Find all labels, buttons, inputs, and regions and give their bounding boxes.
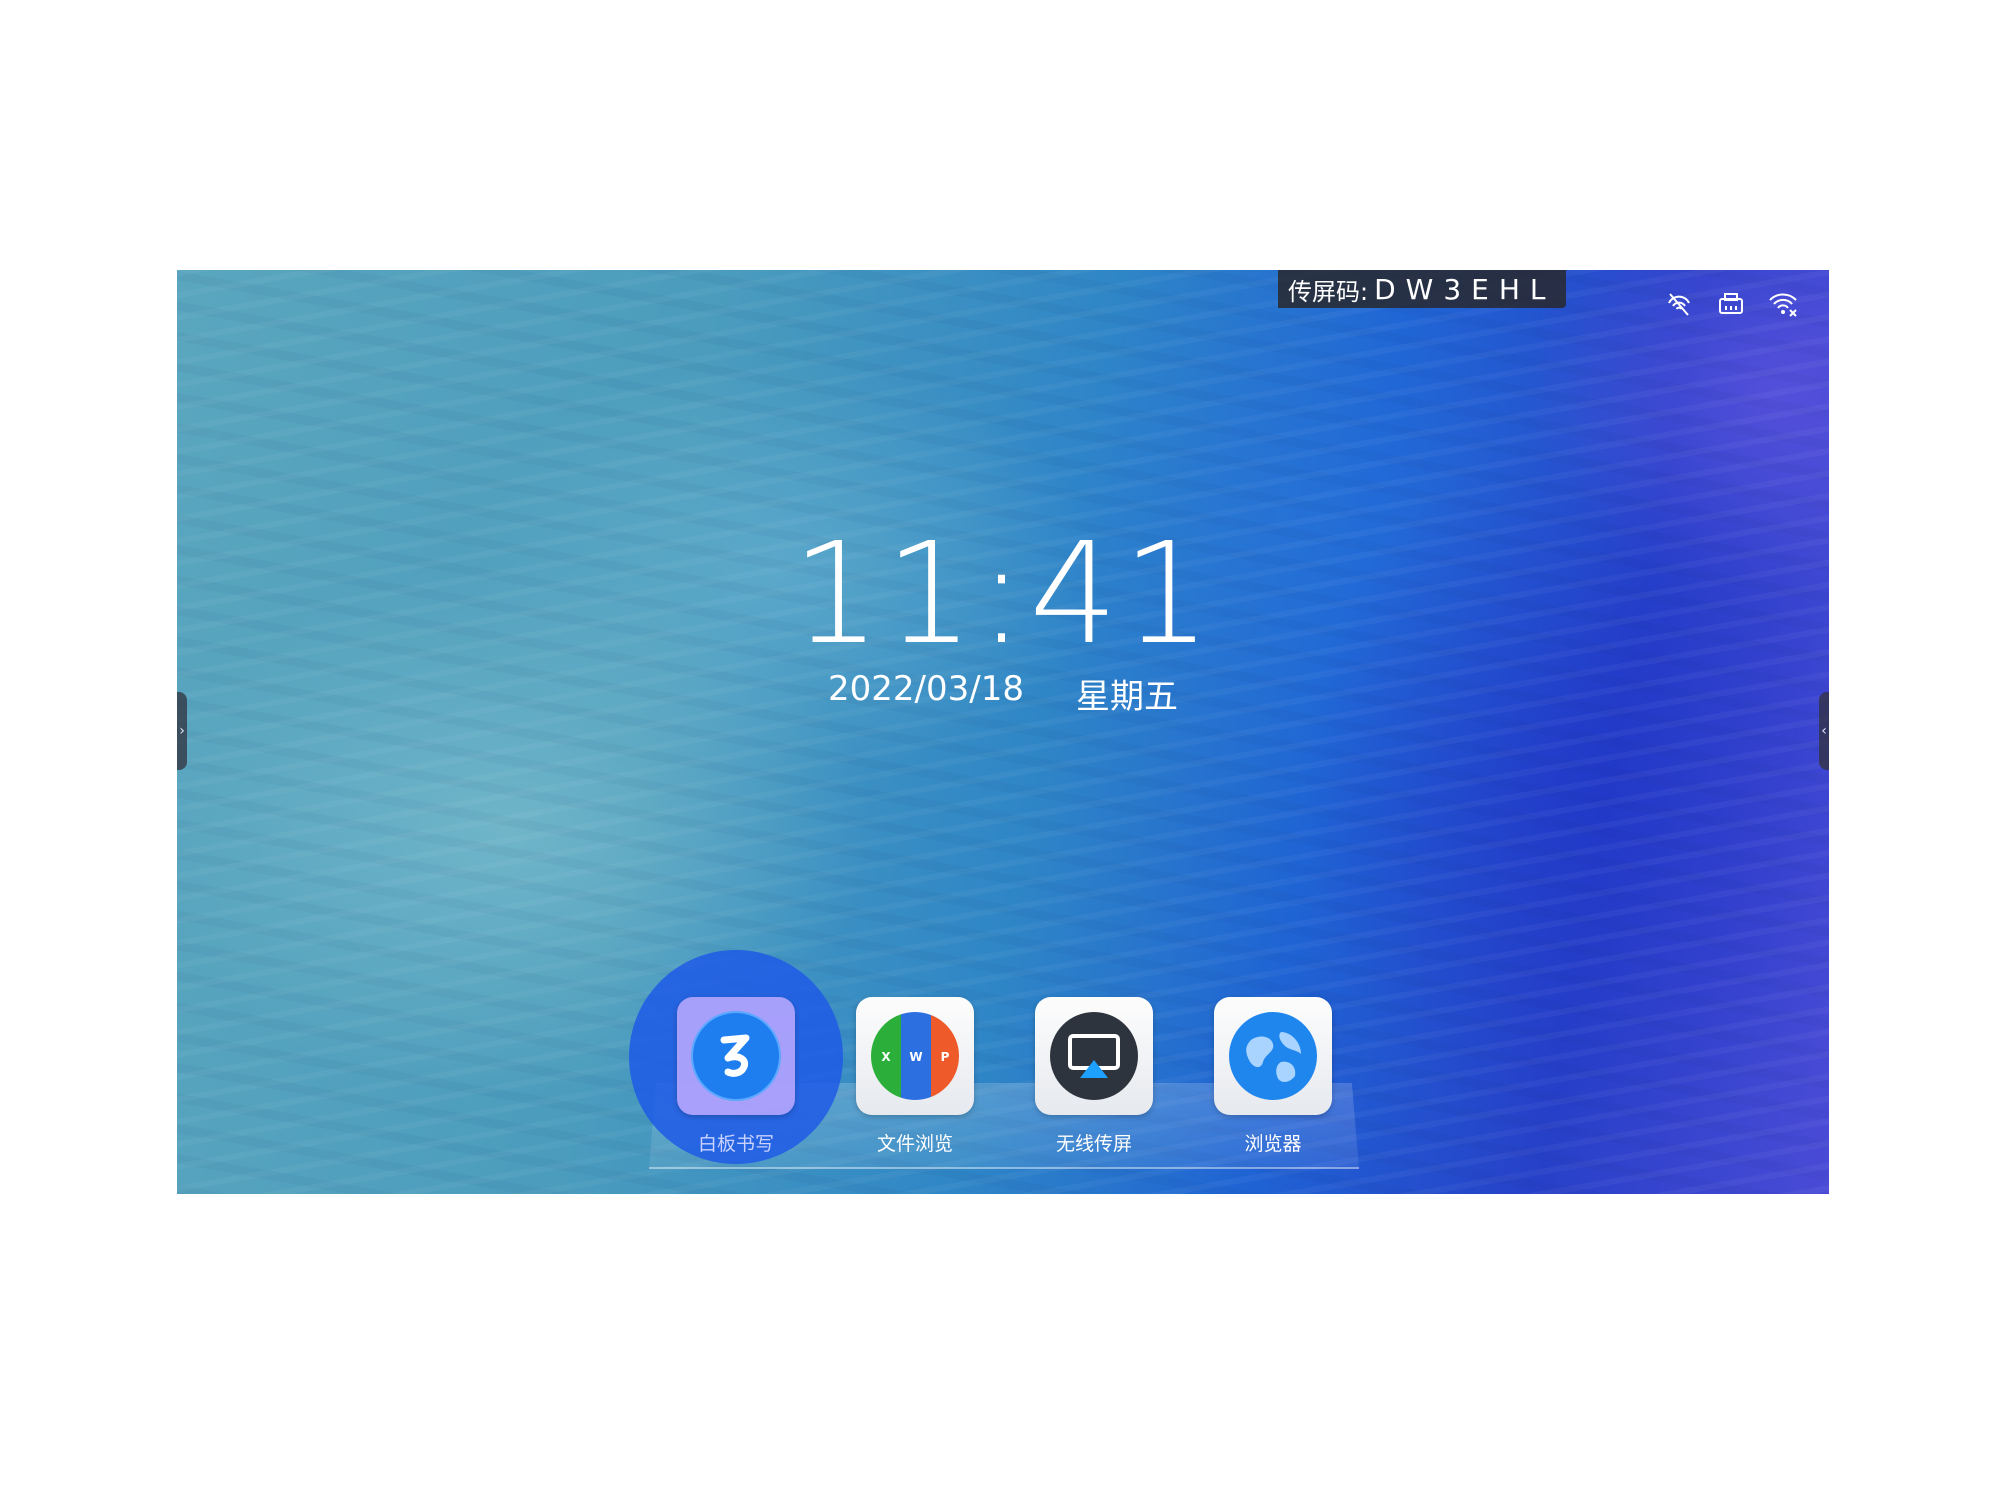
cast-code-value: DW3EHL (1374, 272, 1556, 306)
dock-item-browser[interactable]: 浏览器 (1214, 997, 1332, 1156)
chevron-left-icon: ‹ (1821, 723, 1827, 739)
ethernet-icon[interactable] (1715, 288, 1747, 320)
dock-item-label: 浏览器 (1244, 1133, 1302, 1155)
whiteboard-icon[interactable] (677, 997, 795, 1115)
cast-code-label: 传屏码: (1288, 277, 1369, 306)
clock-date-row: 2022/03/18 星期五 (177, 669, 1829, 718)
svg-text:W: W (909, 1050, 922, 1064)
dock-item-label: 无线传屏 (1055, 1133, 1132, 1155)
dock-item-label: 文件浏览 (876, 1133, 953, 1155)
home-screen: 传屏码: DW3EHL › ‹ 11:41 2022/03/18 星期五 白板书… (177, 270, 1829, 1194)
wifi-disconnected-icon[interactable] (1767, 288, 1799, 320)
dock-item-whiteboard[interactable]: 白板书写 (629, 950, 843, 1164)
cast-code-badge: 传屏码: DW3EHL (1278, 270, 1566, 308)
clock-widget: 11:41 2022/03/18 星期五 (177, 525, 1829, 718)
browser-icon[interactable] (1214, 997, 1332, 1115)
no-signal-icon[interactable] (1663, 288, 1695, 320)
clock-weekday: 星期五 (1075, 677, 1178, 717)
svg-text:P: P (941, 1050, 950, 1064)
app-dock: 白板书写 X W P 文件浏览 无线传屏 浏览器 (629, 950, 1332, 1164)
clock-time: 11:41 (791, 513, 1216, 676)
file-browser-icon[interactable]: X W P (856, 997, 974, 1115)
wireless-cast-icon[interactable] (1035, 997, 1153, 1115)
chevron-right-icon: › (179, 723, 185, 739)
svg-text:X: X (881, 1050, 891, 1064)
status-icons (1663, 288, 1799, 320)
clock-date: 2022/03/18 (828, 669, 1024, 709)
dock-item-file-browser[interactable]: X W P 文件浏览 (856, 997, 974, 1156)
dock-item-wireless-cast[interactable]: 无线传屏 (1035, 997, 1153, 1156)
dock-item-label: 白板书写 (697, 1133, 774, 1155)
